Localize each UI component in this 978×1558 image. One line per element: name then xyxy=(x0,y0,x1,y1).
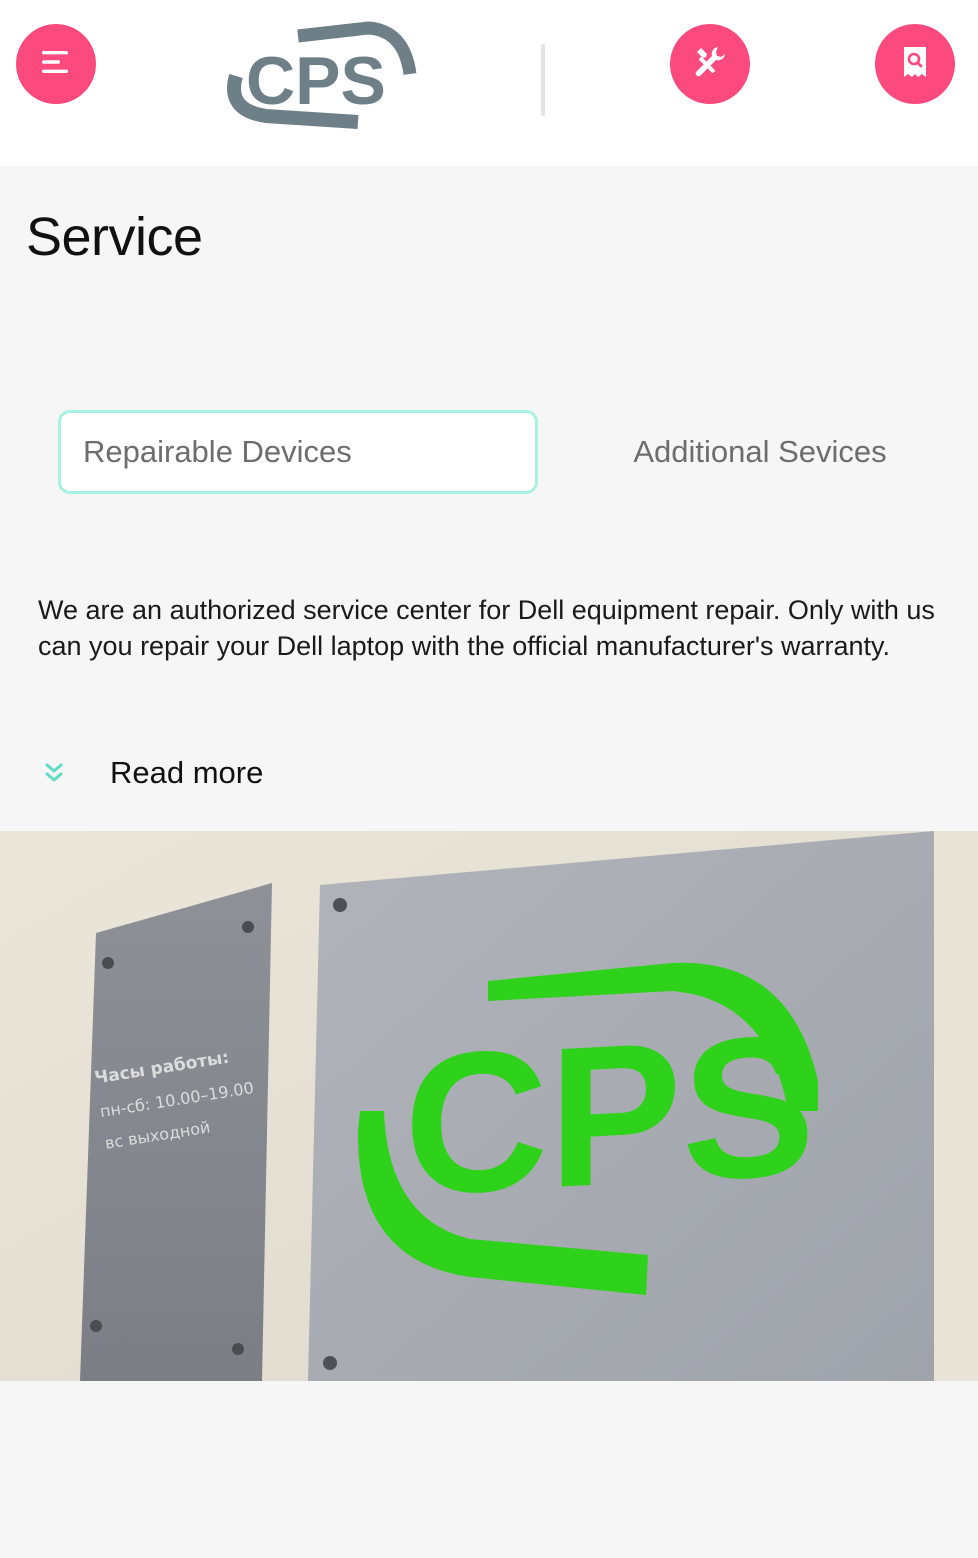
tab-repairable-devices[interactable]: Repairable Devices xyxy=(58,410,538,494)
cps-logo[interactable]: CPS xyxy=(218,18,418,130)
header-divider xyxy=(541,44,545,116)
menu-button[interactable] xyxy=(16,24,96,104)
double-chevron-down-icon xyxy=(38,753,70,793)
logo-text: CPS xyxy=(246,43,386,119)
receipt-search-icon xyxy=(895,42,935,87)
services-button[interactable] xyxy=(670,24,750,104)
opening-hours-plaque: Часы работы: пн-сб: 10.00–19.00 вс выход… xyxy=(80,883,272,1381)
read-more-label: Read more xyxy=(110,755,264,790)
tab-label: Additional Sevices xyxy=(633,434,887,469)
track-order-button[interactable] xyxy=(875,24,955,104)
hamburger-menu-icon xyxy=(36,42,76,87)
page-title: Service xyxy=(26,207,203,267)
top-header: CPS xyxy=(0,0,978,166)
office-sign-photo: Часы работы: пн-сб: 10.00–19.00 вс выход… xyxy=(0,831,978,1381)
sign-logo-text: CPS xyxy=(404,993,815,1237)
wrench-screwdriver-icon xyxy=(688,40,732,89)
cps-sign-plate: CPS xyxy=(308,831,978,1381)
tab-label: Repairable Devices xyxy=(83,434,352,469)
intro-text: We are an authorized service center for … xyxy=(38,595,935,661)
tab-additional-services[interactable]: Additional Sevices xyxy=(560,410,960,494)
read-more-button[interactable]: Read more xyxy=(38,748,263,798)
